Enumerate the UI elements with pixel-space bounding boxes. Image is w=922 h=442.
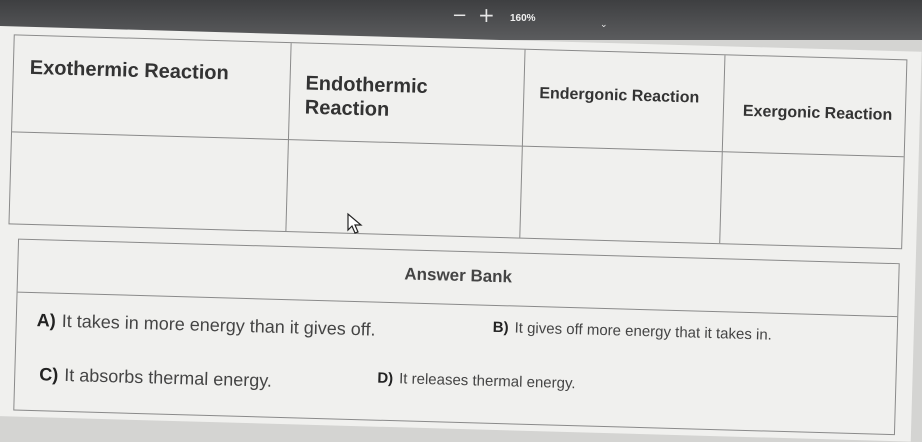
answer-option-b[interactable]: B) It gives off more energy that it takes… (493, 319, 773, 344)
zoom-out-icon[interactable]: − (452, 5, 467, 26)
header-exothermic: Exothermic Reaction (29, 56, 230, 85)
answer-bank: Answer Bank A) It takes in more energy th… (13, 238, 900, 436)
option-text: It takes in more energy than it gives of… (61, 310, 376, 340)
worksheet: Exothermic Reaction Endothermic Reaction… (0, 26, 922, 442)
header-endergonic: Endergonic Reaction (539, 85, 700, 107)
answer-option-a[interactable]: A) It takes in more energy than it gives … (36, 310, 376, 340)
reaction-table: Exothermic Reaction Endothermic Reaction… (8, 34, 908, 250)
option-letter: C) (39, 364, 59, 385)
drop-cell-exothermic[interactable] (10, 133, 288, 229)
drop-cell-exergonic[interactable] (721, 153, 903, 246)
option-text: It releases thermal energy. (398, 370, 576, 393)
zoom-in-icon[interactable]: + (478, 3, 495, 27)
option-letter: B) (492, 318, 509, 337)
option-letter: D) (377, 369, 394, 388)
mouse-pointer-icon (347, 212, 363, 234)
answer-option-d[interactable]: D) It releases thermal energy. (377, 370, 576, 393)
option-text: It absorbs thermal energy. (64, 364, 273, 391)
answer-option-c[interactable]: C) It absorbs thermal energy. (39, 364, 272, 391)
header-exergonic: Exergonic Reaction (742, 102, 893, 124)
zoom-level[interactable]: 160% (510, 13, 536, 24)
drop-cell-endergonic[interactable] (521, 148, 721, 241)
option-text: It gives off more energy that it takes i… (514, 319, 773, 344)
header-endothermic: Endothermic Reaction (304, 72, 429, 121)
drop-cell-endothermic[interactable] (287, 141, 521, 235)
option-letter: A) (36, 310, 57, 331)
answer-bank-title: Answer Bank (404, 264, 513, 287)
chevron-down-icon[interactable]: ⌄ (600, 20, 608, 30)
